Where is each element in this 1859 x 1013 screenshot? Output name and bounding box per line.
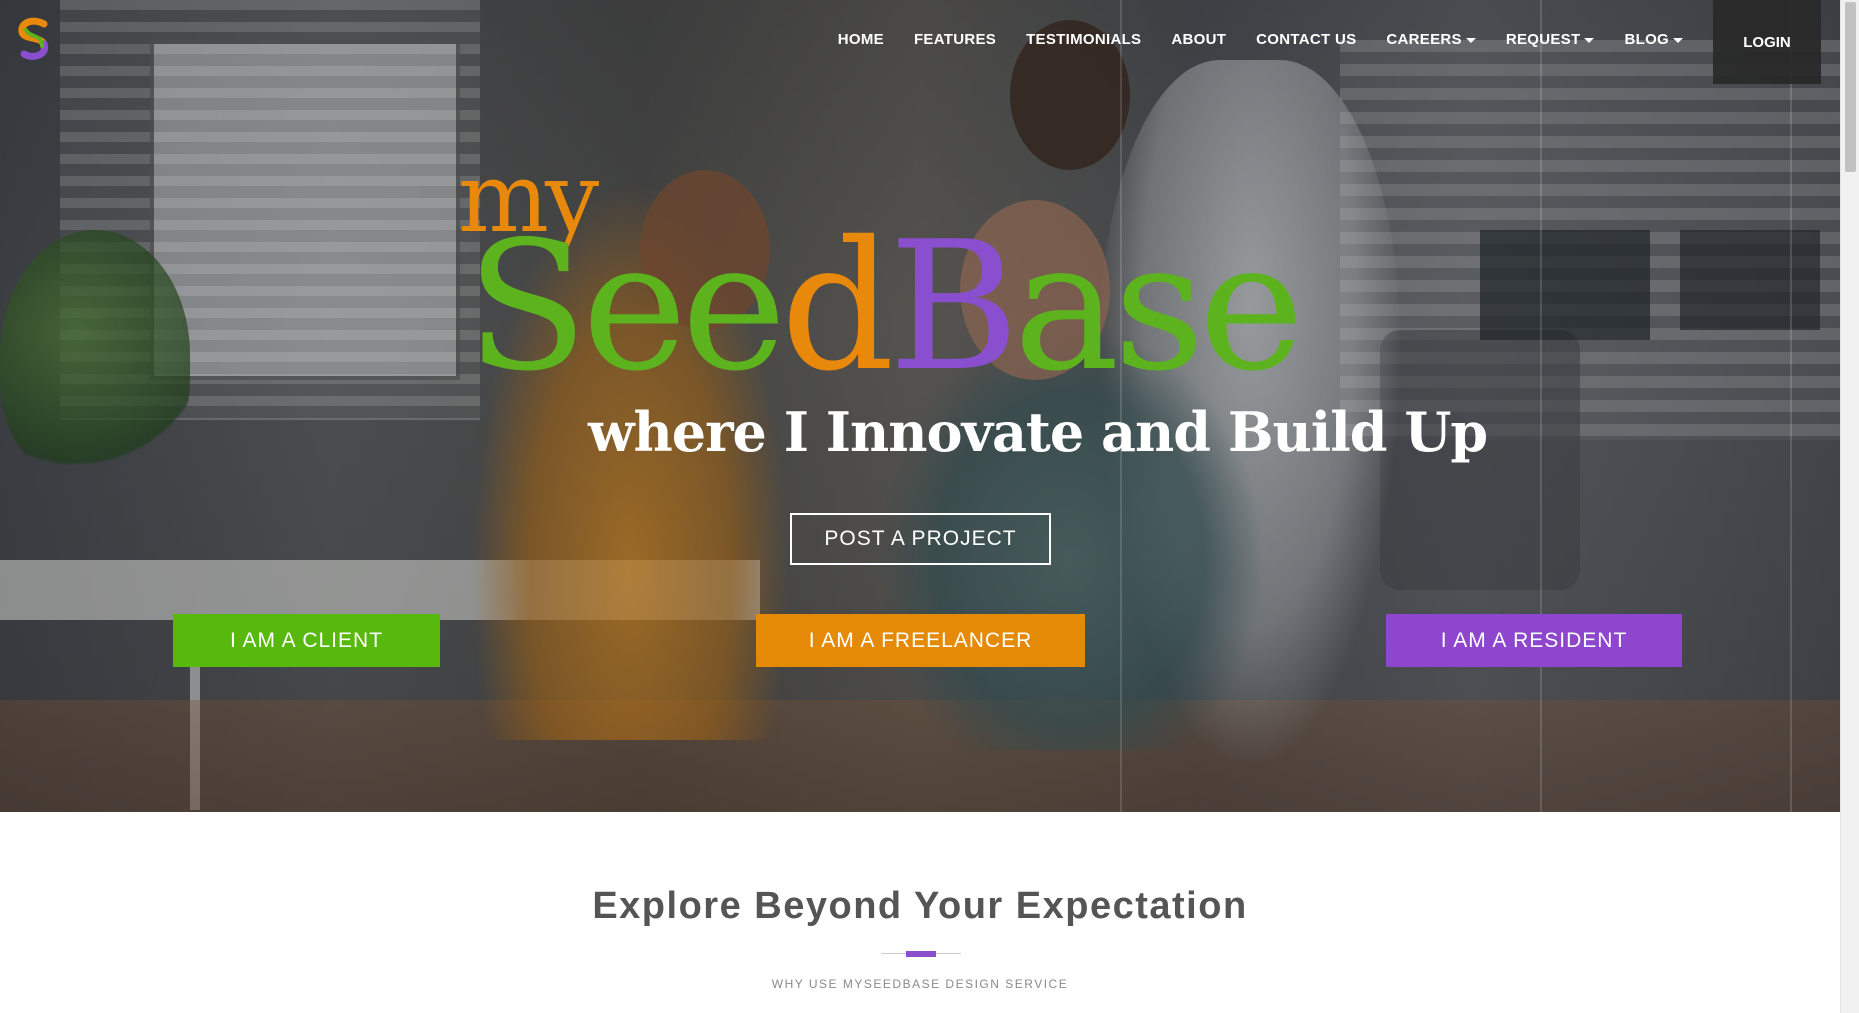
hero-tagline: where I Innovate and Build Up <box>588 400 1488 464</box>
nav-home[interactable]: HOME <box>838 0 884 48</box>
caret-down-icon <box>1673 37 1683 43</box>
post-project-button[interactable]: POST A PROJECT <box>790 513 1051 565</box>
client-button[interactable]: I AM A CLIENT <box>173 614 440 667</box>
freelancer-button[interactable]: I AM A FREELANCER <box>756 614 1085 667</box>
nav-features[interactable]: FEATURES <box>914 0 996 48</box>
nav-request-dropdown[interactable]: REQUEST <box>1506 0 1595 48</box>
brand-seedbase: SeedBase <box>466 218 1304 396</box>
background-monitor <box>1680 230 1820 330</box>
brand-letter: B <box>888 203 1020 410</box>
glass-reflection <box>1790 0 1792 812</box>
nav-about[interactable]: ABOUT <box>1171 0 1226 48</box>
background-plant <box>0 230 190 480</box>
scrollbar-thumb[interactable] <box>1845 2 1856 172</box>
section-subtitle: WHY USE MYSEEDBASE DESIGN SERVICE <box>771 977 1069 991</box>
caret-down-icon <box>1465 37 1476 43</box>
resident-button[interactable]: I AM A RESIDENT <box>1386 614 1682 667</box>
brand-letter: S <box>466 203 588 410</box>
background-whiteboard <box>150 40 460 380</box>
nav-careers-dropdown[interactable]: CAREERS <box>1386 0 1476 48</box>
brand-letter: d <box>780 203 895 410</box>
background-monitor <box>1480 230 1650 340</box>
glass-reflection <box>1540 0 1542 812</box>
page-scrollbar[interactable] <box>1840 0 1859 1013</box>
hero-section: HOME FEATURES TESTIMONIALS ABOUT CONTACT… <box>0 0 1840 812</box>
main-nav: HOME FEATURES TESTIMONIALS ABOUT CONTACT… <box>823 0 1821 84</box>
brand-letters: ee <box>581 203 787 410</box>
caret-down-icon <box>1584 37 1595 43</box>
section-title: Explore Beyond Your Expectation <box>592 885 1248 927</box>
seedbase-s-logo-icon[interactable] <box>14 16 56 62</box>
section-divider <box>881 951 961 957</box>
nav-testimonials[interactable]: TESTIMONIALS <box>1026 0 1141 48</box>
login-button[interactable]: LOGIN <box>1713 0 1821 84</box>
divider-accent <box>906 951 936 957</box>
nav-contact[interactable]: CONTACT US <box>1256 0 1356 48</box>
brand-letters: ase <box>1013 203 1304 410</box>
nav-blog-dropdown[interactable]: BLOG <box>1624 0 1683 48</box>
